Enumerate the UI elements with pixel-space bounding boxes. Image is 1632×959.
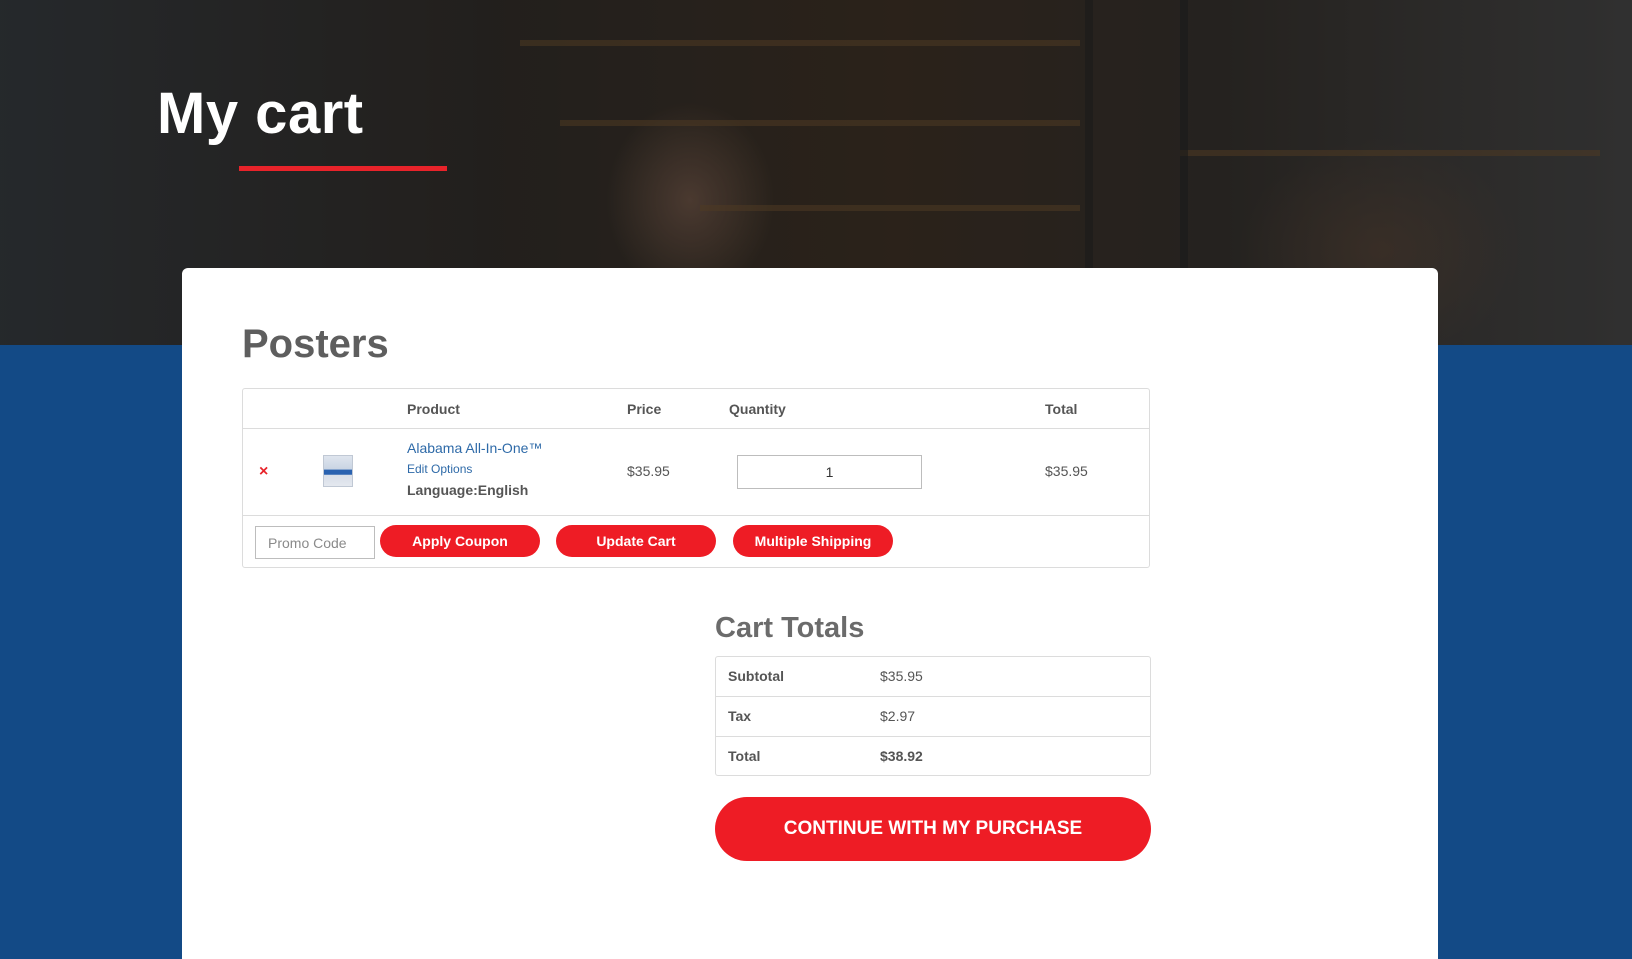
column-header-product: Product	[407, 401, 460, 417]
product-name-link[interactable]: Alabama All-In-One™	[407, 440, 542, 456]
totals-value: $38.92	[880, 748, 923, 764]
totals-label: Tax	[728, 708, 752, 724]
cart-table: Product Price Quantity Total × Alabama A…	[242, 388, 1150, 568]
apply-coupon-button[interactable]: Apply Coupon	[380, 525, 540, 557]
cart-totals-title: Cart Totals	[715, 612, 865, 644]
totals-label: Subtotal	[728, 668, 784, 684]
column-header-total: Total	[1045, 401, 1078, 417]
cart-card: Posters Product Price Quantity Total × A…	[182, 268, 1438, 959]
row-divider	[243, 428, 1149, 429]
section-title: Posters	[242, 322, 389, 366]
column-header-price: Price	[627, 401, 662, 417]
totals-value: $2.97	[880, 708, 916, 724]
title-underline	[239, 166, 447, 171]
totals-row-total: Total $38.92	[716, 737, 1150, 777]
continue-purchase-button[interactable]: CONTINUE WITH MY PURCHASE	[715, 797, 1151, 861]
totals-row-subtotal: Subtotal $35.95	[716, 657, 1150, 697]
remove-item-icon[interactable]: ×	[259, 463, 268, 481]
poster-thumbnail-icon[interactable]	[323, 455, 353, 487]
quantity-input[interactable]	[737, 455, 922, 489]
totals-row-tax: Tax $2.97	[716, 697, 1150, 737]
edit-options-link[interactable]: Edit Options	[407, 462, 472, 476]
update-cart-button[interactable]: Update Cart	[556, 525, 716, 557]
multiple-shipping-button[interactable]: Multiple Shipping	[733, 525, 893, 557]
column-header-quantity: Quantity	[729, 401, 786, 417]
totals-label: Total	[728, 748, 761, 764]
cart-totals-table: Subtotal $35.95 Tax $2.97 Total $38.92	[715, 656, 1151, 776]
product-option: Language:English	[407, 482, 529, 498]
promo-code-input[interactable]	[255, 526, 375, 559]
totals-value: $35.95	[880, 668, 923, 684]
item-total: $35.95	[1045, 463, 1088, 479]
page-title: My cart	[157, 81, 364, 146]
row-divider	[243, 515, 1149, 516]
item-price: $35.95	[627, 463, 670, 479]
